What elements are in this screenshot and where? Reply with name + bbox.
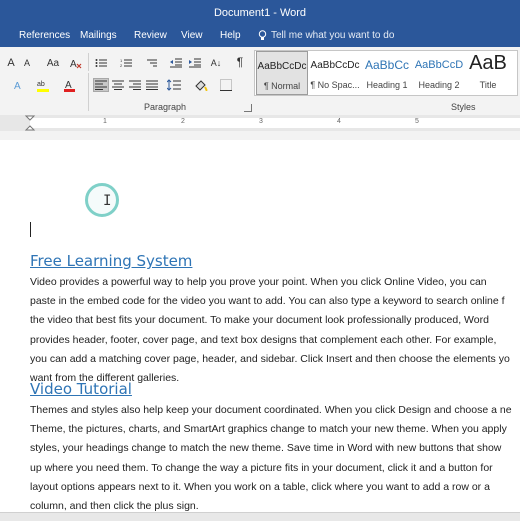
clear-format-icon[interactable]: A [68,56,84,70]
shrink-font-icon[interactable]: A [19,56,35,70]
ruler-number: 5 [415,118,419,125]
text-effects-icon[interactable]: A [10,78,30,92]
grow-font-icon[interactable]: A [3,56,19,70]
align-right-icon[interactable] [127,78,143,92]
paragraph-2[interactable]: Themes and styles also help keep your do… [30,401,520,516]
multilevel-list-icon[interactable] [143,56,159,70]
svg-text:A: A [14,81,21,91]
horizontal-ruler: 1 2 3 4 5 [0,115,520,132]
change-case-icon[interactable]: Aa [45,56,61,70]
indent-marker-icon[interactable] [24,115,36,131]
tab-mailings[interactable]: Mailings [80,30,117,41]
svg-text:ab: ab [37,81,45,88]
align-center-icon[interactable] [110,78,126,92]
ibeam-cursor-icon: I [103,193,112,209]
increase-indent-icon[interactable] [187,56,203,70]
tab-help[interactable]: Help [220,30,241,41]
show-marks-icon[interactable]: ¶ [232,55,248,69]
paragraph-group-label: Paragraph [144,102,187,112]
ruler-number: 2 [181,118,185,125]
shading-icon[interactable] [193,78,209,92]
style-normal[interactable]: AaBbCcDc ¶ Normal [256,51,308,95]
title-bar: Document1 - Word [0,0,520,25]
tell-me-text: Tell me what you want to do [271,30,395,41]
svg-text:A: A [70,59,77,69]
styles-group-label: Styles [451,102,476,112]
numbering-icon[interactable]: 12 [118,56,134,70]
heading-free-learning-system[interactable]: Free Learning System [30,252,192,270]
borders-icon[interactable] [218,78,234,92]
svg-text:2: 2 [120,63,123,68]
paragraph-dialog-launcher-corner[interactable] [244,104,252,112]
divider [88,73,89,111]
tell-me-box[interactable]: Tell me what you want to do [258,30,394,41]
style-no-spacing[interactable]: AaBbCcDc ¶ No Spac... [309,51,361,95]
tab-review[interactable]: Review [134,30,167,41]
styles-gallery: AaBbCcDc ¶ Normal AaBbCcDc ¶ No Spac... … [254,50,518,96]
lightbulb-icon [258,30,267,40]
justify-icon[interactable] [144,78,160,92]
align-left-icon[interactable] [93,78,109,92]
window-title: Document1 - Word [213,6,307,19]
tab-references[interactable]: References [19,30,70,41]
tab-view[interactable]: View [181,30,203,41]
ribbon-tabs: References Mailings Review View Help Tel… [0,25,520,47]
style-title[interactable]: AaB Title [466,51,510,95]
text-caret [30,222,31,237]
style-heading-2[interactable]: AaBbCcD Heading 2 [413,51,465,95]
ruler-number: 4 [337,118,341,125]
ruler-number: 3 [259,118,263,125]
divider [88,53,89,71]
ruler-number: 1 [103,118,107,125]
bullets-icon[interactable] [93,56,109,70]
heading-video-tutorial[interactable]: Video Tutorial [30,380,132,398]
page-gap [0,131,520,140]
sort-icon[interactable]: A↓ [208,56,224,70]
line-spacing-icon[interactable] [166,78,182,92]
font-color-icon[interactable]: A [60,78,80,92]
style-heading-1[interactable]: AaBbCc Heading 1 [362,51,412,95]
click-indicator [85,183,119,217]
paragraph-1[interactable]: Video provides a powerful way to help yo… [30,273,520,388]
decrease-indent-icon[interactable] [168,56,184,70]
highlight-icon[interactable]: ab [35,78,55,92]
